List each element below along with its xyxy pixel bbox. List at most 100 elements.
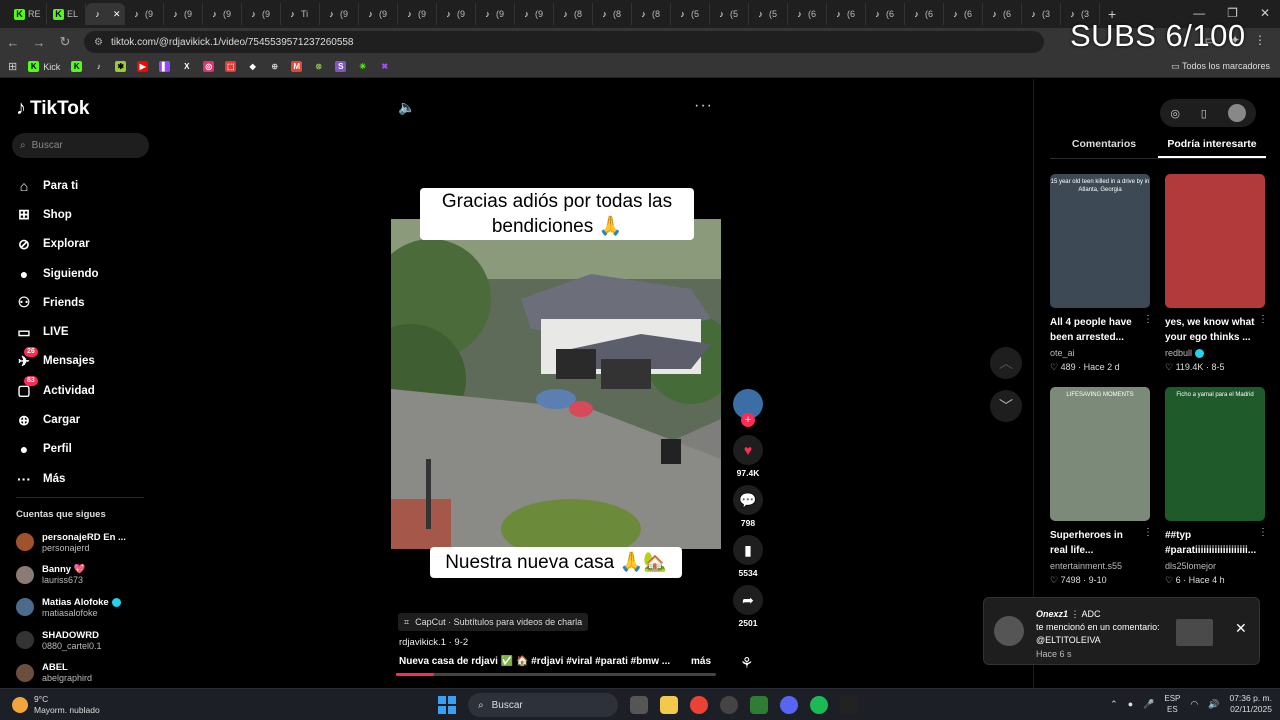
site-info-icon[interactable]: ⚙: [94, 37, 103, 48]
following-item[interactable]: SHADOWRD 0880_cartel0.1: [16, 624, 126, 657]
user-avatar[interactable]: [1227, 104, 1246, 122]
card-title[interactable]: yes, we know what your ego thinks ...: [1165, 315, 1257, 345]
browser-tab[interactable]: ♪ (9: [437, 3, 476, 25]
video-thumbnail[interactable]: Ficho a yamal para el Madrid: [1165, 387, 1265, 521]
search-input[interactable]: ⌕ Buscar: [12, 133, 149, 158]
sidebar-item-explorar[interactable]: ⊘ Explorar: [16, 230, 99, 259]
creator-avatar[interactable]: +: [733, 389, 763, 427]
browser-tab[interactable]: ♪ (3: [1022, 3, 1061, 25]
tiktok-bookmark-icon[interactable]: ♪: [93, 61, 104, 72]
browser-tab[interactable]: ♪ (9: [203, 3, 242, 25]
sidebar-item-actividad[interactable]: ▢ 83 Actividad: [16, 376, 99, 405]
wifi-icon[interactable]: ◠: [1190, 699, 1198, 710]
tray-app-icon[interactable]: ●: [1128, 699, 1133, 709]
save-button[interactable]: ▮: [733, 535, 763, 565]
browser-tab[interactable]: ♪ (9: [164, 3, 203, 25]
video-progress-bar[interactable]: [396, 673, 716, 676]
recommended-video-card[interactable]: LIFESAVING MOMENTS Superheroes in real li…: [1050, 387, 1153, 586]
windows-start-icon[interactable]: [438, 696, 456, 714]
following-item[interactable]: Banny 💖 lauriss673: [16, 559, 126, 592]
card-author[interactable]: dls25lomejor: [1165, 561, 1216, 571]
browser-tab[interactable]: ♪ (6: [827, 3, 866, 25]
browser-tab[interactable]: ♪ (9: [320, 3, 359, 25]
browser-tab[interactable]: ♪ (8: [632, 3, 671, 25]
twitch-bookmark-icon[interactable]: ▌: [159, 61, 171, 72]
card-menu-icon[interactable]: ⋮: [1143, 527, 1153, 538]
browser-tab[interactable]: ♪ (9: [476, 3, 515, 25]
close-icon[interactable]: ✕: [1235, 620, 1247, 637]
card-title[interactable]: Superheroes in real life...: [1050, 528, 1142, 558]
volume-tray-icon[interactable]: 🔊: [1208, 699, 1219, 710]
recommended-video-card[interactable]: 15 year old teen killed in a drive by in…: [1050, 174, 1153, 373]
bookmark-star-icon[interactable]: ✳: [357, 61, 368, 72]
instagram-bookmark-icon[interactable]: ◎: [203, 61, 215, 72]
browser-tab[interactable]: ♪ (5: [749, 3, 788, 25]
app-icon[interactable]: [720, 696, 738, 714]
app-2-icon[interactable]: [750, 696, 768, 714]
clock[interactable]: 07:36 p. m. 02/11/2025: [1229, 693, 1272, 715]
browser-tab[interactable]: ♪ (6: [866, 3, 905, 25]
sidebar-item-mensajes[interactable]: ✈ 26 Mensajes: [16, 346, 99, 376]
close-window-icon[interactable]: ✕: [1260, 6, 1270, 20]
share-button[interactable]: ➦: [733, 585, 763, 615]
sidebar-item-ms[interactable]: ··· Más: [16, 464, 99, 493]
kick-bookmark-2-icon[interactable]: K: [71, 61, 83, 72]
all-bookmarks[interactable]: ▭ Todos los marcadores: [1171, 61, 1270, 72]
sound-disc-icon[interactable]: ⚘: [740, 654, 753, 672]
forward-icon[interactable]: →: [26, 35, 52, 50]
next-video-button[interactable]: ﹀: [990, 390, 1022, 422]
tiktok-logo[interactable]: ♪ TikTok: [16, 97, 89, 120]
browser-tab[interactable]: ♪ (9: [242, 3, 281, 25]
bookmark-diamond-icon[interactable]: ◆: [247, 61, 258, 72]
sidebar-item-siguiendo[interactable]: ● Siguiendo: [16, 259, 99, 288]
bookmark-purple-icon[interactable]: ✖: [379, 61, 390, 72]
volume-icon[interactable]: 🔈: [398, 99, 415, 116]
card-menu-icon[interactable]: ⋮: [1258, 527, 1268, 538]
video-thumbnail[interactable]: 15 year old teen killed in a drive by in…: [1050, 174, 1150, 308]
bookmark-red-icon[interactable]: ⬚: [225, 61, 237, 72]
browser-tab[interactable]: ♪ (9: [515, 3, 554, 25]
recommended-video-card[interactable]: yes, we know what your ego thinks ... ⋮ re…: [1165, 174, 1268, 373]
device-icon[interactable]: ▯: [1201, 107, 1207, 120]
browser-tab[interactable]: ♪ (6: [905, 3, 944, 25]
sidebar-item-parati[interactable]: ⌂ Para ti: [16, 171, 99, 200]
notification-toast[interactable]: Onexz1 ⋮ ADC te mencionó en un comentari…: [983, 597, 1260, 665]
apps-grid-icon[interactable]: ⊞: [8, 60, 17, 73]
youtube-bookmark-icon[interactable]: ▶: [137, 61, 149, 72]
card-author[interactable]: entertainment.s55: [1050, 561, 1122, 571]
video-thumbnail[interactable]: LIFESAVING MOMENTS: [1050, 387, 1150, 521]
video-author[interactable]: rdjavikick.1 · 9-2: [399, 637, 468, 648]
task-view-icon[interactable]: [630, 696, 648, 714]
video-player[interactable]: [391, 219, 721, 549]
browser-tab[interactable]: ♪ (9: [398, 3, 437, 25]
sidebar-item-friends[interactable]: ⚇ Friends: [16, 288, 99, 317]
following-item[interactable]: Matias Alofoke matiasalofoke: [16, 591, 126, 624]
card-menu-icon[interactable]: ⋮: [1143, 314, 1153, 325]
sidebar-item-shop[interactable]: ⊞ Shop: [16, 200, 99, 229]
more-description-link[interactable]: más: [691, 656, 711, 667]
browser-tab[interactable]: K EL: [47, 3, 86, 25]
browser-tab[interactable]: ♪ (5: [710, 3, 749, 25]
video-thumbnail[interactable]: [1165, 174, 1265, 308]
reload-icon[interactable]: ↻: [52, 34, 78, 50]
epic-games-icon[interactable]: [840, 696, 858, 714]
bookmark-globe-icon[interactable]: ⊕: [269, 61, 280, 72]
spotify-icon[interactable]: [810, 696, 828, 714]
language-indicator[interactable]: ESP ES: [1164, 693, 1180, 715]
capcut-tag[interactable]: ⌗ CapCut · Subtítulos para videos de cha…: [398, 613, 589, 631]
previous-video-button[interactable]: ︿: [990, 347, 1022, 379]
kick-bookmark-icon[interactable]: K: [28, 61, 40, 72]
browser-tab[interactable]: ♪ (9: [359, 3, 398, 25]
card-author[interactable]: ote_ai: [1050, 348, 1075, 358]
card-menu-icon[interactable]: ⋮: [1258, 314, 1268, 325]
coin-icon[interactable]: ◎: [1170, 107, 1180, 120]
browser-tab[interactable]: K RE: [8, 3, 47, 25]
more-options-icon[interactable]: ···: [694, 97, 713, 115]
browser-tab[interactable]: ♪ Ti: [281, 3, 320, 25]
tab-recommended[interactable]: Podría interesarte: [1158, 133, 1266, 158]
gmail-bookmark-icon[interactable]: M: [291, 61, 303, 72]
recommended-video-card[interactable]: Ficho a yamal para el Madrid ##typ #parat…: [1165, 387, 1268, 586]
sidebar-item-cargar[interactable]: ⊕ Cargar: [16, 405, 99, 434]
card-author[interactable]: redbull: [1165, 348, 1192, 358]
tab-comments[interactable]: Comentarios: [1050, 133, 1158, 158]
